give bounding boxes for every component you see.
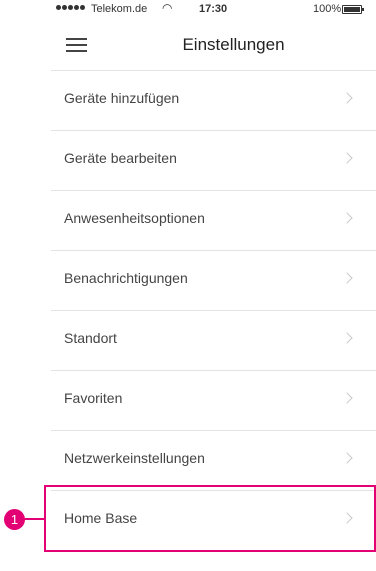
settings-item-geraete-hinzufuegen[interactable]: Geräte hinzufügen xyxy=(51,70,376,130)
annotation-callout-line xyxy=(22,518,44,520)
settings-item-label: Benachrichtigungen xyxy=(64,270,188,286)
chevron-right-icon xyxy=(345,331,354,345)
settings-item-label: Geräte bearbeiten xyxy=(64,150,177,166)
chevron-right-icon xyxy=(345,151,354,165)
settings-item-anwesenheitsoptionen[interactable]: Anwesenheitsoptionen xyxy=(51,190,376,250)
chevron-right-icon xyxy=(345,271,354,285)
settings-list: Geräte hinzufügen Geräte bearbeiten Anwe… xyxy=(51,70,376,550)
chevron-right-icon xyxy=(345,91,354,105)
settings-item-label: Standort xyxy=(64,330,117,346)
settings-item-label: Geräte hinzufügen xyxy=(64,90,180,106)
page-title: Einstellungen xyxy=(182,35,285,54)
settings-item-label: Anwesenheitsoptionen xyxy=(64,210,205,226)
annotation-highlight-box xyxy=(44,485,376,552)
battery-icon xyxy=(342,5,364,14)
settings-item-favoriten[interactable]: Favoriten xyxy=(51,370,376,430)
settings-item-geraete-bearbeiten[interactable]: Geräte bearbeiten xyxy=(51,130,376,190)
status-time: 17:30 xyxy=(199,3,228,15)
settings-item-benachrichtigungen[interactable]: Benachrichtigungen xyxy=(51,250,376,310)
battery-percent: 100% xyxy=(313,3,342,15)
settings-item-standort[interactable]: Standort xyxy=(51,310,376,370)
status-bar: Telekom.de ◠ 17:30 100% xyxy=(51,0,376,22)
chevron-right-icon xyxy=(345,211,354,225)
carrier-name: Telekom.de xyxy=(91,3,148,15)
settings-item-netzwerkeinstellungen[interactable]: Netzwerkeinstellungen xyxy=(51,430,376,490)
settings-item-label: Netzwerkeinstellungen xyxy=(64,450,205,466)
wifi-icon: ◠ xyxy=(162,1,173,15)
signal-strength-icon xyxy=(56,5,85,10)
chevron-right-icon xyxy=(345,451,354,465)
settings-item-label: Favoriten xyxy=(64,390,123,406)
chevron-right-icon xyxy=(345,391,354,405)
annotation-badge: 1 xyxy=(4,509,25,530)
nav-bar: Einstellungen xyxy=(51,22,376,70)
